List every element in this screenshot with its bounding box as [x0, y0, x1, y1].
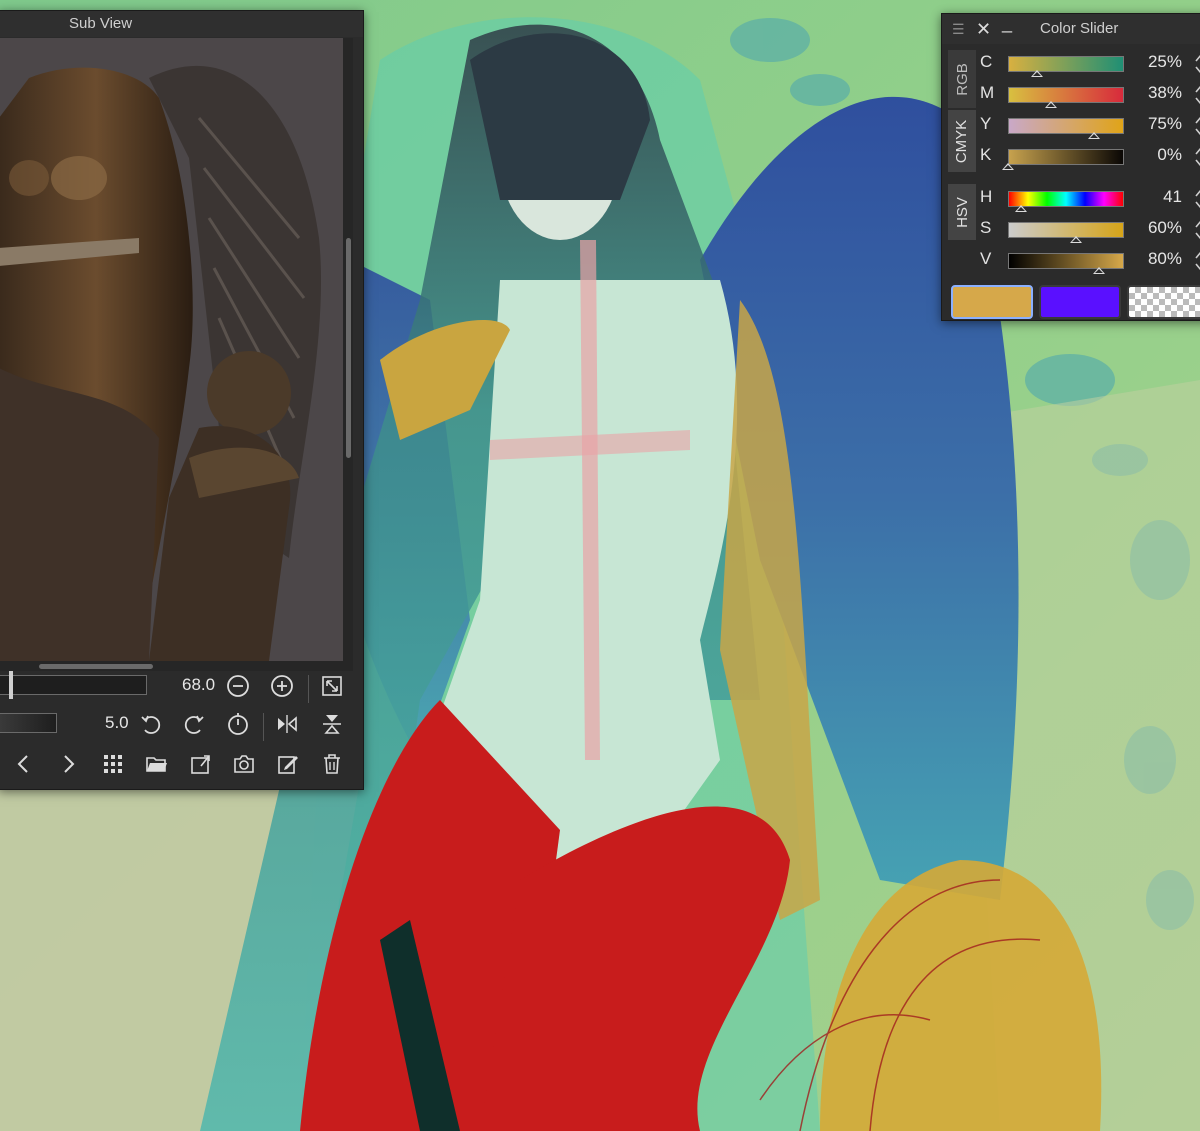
- tab-rgb[interactable]: RGB: [948, 50, 976, 108]
- slider-handle[interactable]: [1070, 236, 1083, 243]
- slider-label: Y: [980, 114, 992, 133]
- sub-view-toolbar: [0, 749, 353, 785]
- fit-window-button[interactable]: [317, 671, 347, 701]
- flip-horizontal-button[interactable]: [272, 709, 302, 739]
- value-spinner-icon[interactable]: [1194, 247, 1200, 275]
- sub-view-panel: Sub View 68.0 5.0: [0, 10, 364, 790]
- zoom-slider[interactable]: [0, 675, 147, 695]
- rotate-right-icon: [184, 715, 204, 734]
- horizontal-scrollbar[interactable]: [0, 661, 353, 671]
- slider-handle[interactable]: [1030, 70, 1043, 77]
- zoom-in-icon: [271, 675, 293, 697]
- slider-value[interactable]: 25%: [1122, 52, 1182, 72]
- slider-row-v: V 80%: [980, 247, 1200, 275]
- slider-value[interactable]: 60%: [1122, 218, 1182, 238]
- flip-vertical-icon: [323, 715, 341, 734]
- value-spinner-icon[interactable]: [1194, 81, 1200, 109]
- slider-label: H: [980, 187, 993, 206]
- slider-row-h: H 41: [980, 185, 1200, 213]
- import-image-button[interactable]: [186, 749, 216, 779]
- sub-view-title: Sub View: [0, 11, 363, 37]
- value-spinner-icon[interactable]: [1194, 50, 1200, 78]
- previous-image-icon: [17, 755, 28, 773]
- slider-track-s[interactable]: [1008, 222, 1124, 238]
- next-image-button[interactable]: [53, 749, 83, 779]
- slider-track-v[interactable]: [1008, 253, 1124, 269]
- thumbnail-grid-icon: [104, 755, 122, 773]
- slider-track-k[interactable]: [1008, 149, 1124, 165]
- slider-handle[interactable]: [1014, 205, 1027, 212]
- slider-handle[interactable]: [1087, 132, 1100, 139]
- slider-label: C: [980, 52, 993, 71]
- flip-horizontal-icon: [278, 715, 297, 733]
- reference-statue-image: [0, 38, 343, 661]
- rotation-slider[interactable]: [0, 713, 57, 733]
- zoom-out-button[interactable]: [223, 671, 253, 701]
- previous-image-button[interactable]: [9, 749, 39, 779]
- zoom-in-button[interactable]: [267, 671, 297, 701]
- panel-menu-icon[interactable]: ☰: [952, 14, 965, 44]
- minimize-icon[interactable]: _: [1002, 8, 1012, 38]
- zoom-out-icon: [227, 675, 249, 697]
- slider-row-s: S 60%: [980, 216, 1200, 244]
- vertical-scrollbar[interactable]: [343, 38, 353, 661]
- slider-value[interactable]: 38%: [1122, 83, 1182, 103]
- reference-image-viewport[interactable]: [0, 38, 343, 661]
- value-spinner-icon[interactable]: [1194, 216, 1200, 244]
- slider-handle[interactable]: [1045, 101, 1058, 108]
- value-spinner-icon[interactable]: [1194, 185, 1200, 213]
- zoom-slider-handle[interactable]: [9, 671, 13, 699]
- slider-value[interactable]: 80%: [1122, 249, 1182, 269]
- value-spinner-icon[interactable]: [1194, 143, 1200, 171]
- zoom-value: 68.0: [182, 675, 216, 694]
- slider-handle[interactable]: [1002, 163, 1014, 170]
- delete-button[interactable]: [317, 749, 347, 779]
- slider-label: K: [980, 145, 992, 164]
- slider-row-k: K 0%: [980, 143, 1200, 171]
- color-slider-panel: ☰ ✕ _ Color Slider RGB CMYK HSV C 25% M 38%…: [941, 13, 1200, 321]
- slider-track-y[interactable]: [1008, 118, 1124, 134]
- delete-icon: [324, 754, 340, 774]
- tab-hsv[interactable]: HSV: [948, 184, 976, 240]
- flip-vertical-button[interactable]: [317, 709, 347, 739]
- value-spinner-icon[interactable]: [1194, 112, 1200, 140]
- reset-rotation-button[interactable]: [223, 709, 253, 739]
- slider-value[interactable]: 75%: [1122, 114, 1182, 134]
- rotate-left-icon: [141, 715, 161, 734]
- slider-handle[interactable]: [1093, 267, 1106, 274]
- slider-value[interactable]: 0%: [1122, 145, 1182, 165]
- close-icon[interactable]: ✕: [976, 14, 991, 44]
- color-slider-title: Color Slider: [1040, 20, 1119, 37]
- zoom-row: 68.0: [0, 671, 353, 707]
- slider-row-c: C 25%: [980, 50, 1200, 78]
- rotation-row: 5.0: [0, 709, 353, 745]
- transparent-swatch[interactable]: [1127, 285, 1200, 319]
- slider-value[interactable]: 41: [1122, 187, 1182, 207]
- color-slider-titlebar: ☰ ✕ _ Color Slider: [942, 13, 1200, 44]
- slider-label: S: [980, 218, 992, 237]
- slider-label: M: [980, 83, 995, 102]
- reset-rotation-icon: [228, 713, 248, 735]
- slider-track-c[interactable]: [1008, 56, 1124, 72]
- capture-canvas-icon: [234, 755, 254, 773]
- main-color-swatch[interactable]: [951, 285, 1033, 319]
- open-folder-icon: [146, 757, 167, 772]
- rotate-right-button[interactable]: [179, 709, 209, 739]
- sub-color-swatch[interactable]: [1039, 285, 1121, 319]
- rotation-value: 5.0: [105, 713, 129, 732]
- slider-row-m: M 38%: [980, 81, 1200, 109]
- edit-icon: [278, 756, 298, 774]
- next-image-icon: [64, 755, 75, 773]
- edit-button[interactable]: [273, 749, 303, 779]
- open-folder-button[interactable]: [142, 749, 172, 779]
- slider-row-y: Y 75%: [980, 112, 1200, 140]
- capture-canvas-button[interactable]: [229, 749, 259, 779]
- fit-window-icon: [322, 676, 342, 696]
- slider-label: V: [980, 249, 992, 268]
- import-image-icon: [191, 755, 210, 774]
- rotate-left-button[interactable]: [136, 709, 166, 739]
- slider-track-m[interactable]: [1008, 87, 1124, 103]
- thumbnail-grid-button[interactable]: [98, 749, 128, 779]
- tab-cmyk[interactable]: CMYK: [948, 110, 976, 172]
